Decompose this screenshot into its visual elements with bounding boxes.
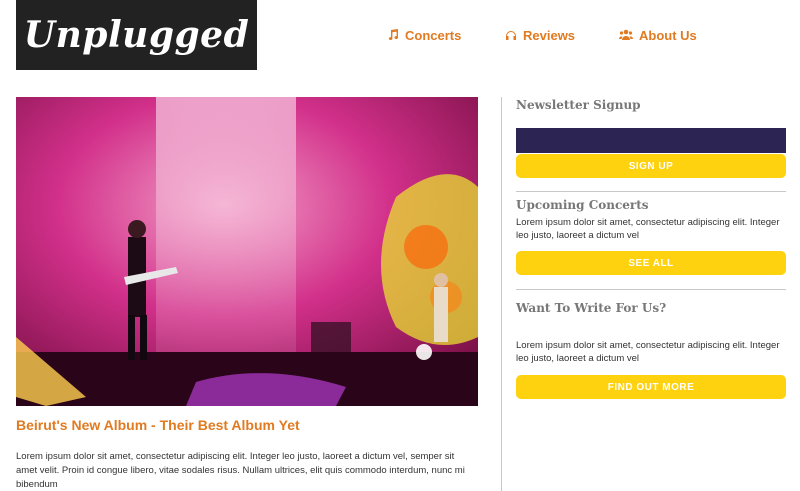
headphones-icon (506, 31, 516, 40)
see-all-button[interactable]: SEE ALL (516, 251, 786, 275)
write-for-us-title: Want To Write For Us? (516, 301, 667, 315)
nav-concerts[interactable]: Concerts (387, 0, 461, 70)
concert-photo (16, 97, 478, 406)
upcoming-concerts-text: Lorem ipsum dolor sit amet, consectetur … (516, 217, 780, 241)
site-logo[interactable]: Unplugged (16, 0, 257, 70)
nav-reviews-label: Reviews (523, 27, 576, 43)
hero-concert-image[interactable] (16, 97, 478, 406)
write-for-us-text: Lorem ipsum dolor sit amet, consectetur … (516, 340, 780, 364)
users-icon (619, 29, 633, 40)
sidebar-divider (516, 289, 786, 290)
logo-text: Unplugged (23, 14, 250, 56)
upcoming-concerts-title: Upcoming Concerts (516, 198, 649, 212)
find-out-more-button[interactable]: FIND OUT MORE (516, 375, 786, 399)
nav-about-us-label: About Us (639, 27, 697, 43)
nav-about-us[interactable]: About Us (619, 0, 697, 70)
sidebar-divider (516, 191, 786, 192)
column-divider (501, 97, 502, 491)
article-title[interactable]: Beirut's New Album - Their Best Album Ye… (16, 417, 300, 433)
article-body: Lorem ipsum dolor sit amet, consectetur … (16, 451, 465, 490)
music-note-icon (388, 29, 399, 41)
nav-concerts-label: Concerts (405, 27, 462, 43)
newsletter-title: Newsletter Signup (516, 98, 641, 112)
nav-reviews[interactable]: Reviews (505, 0, 575, 70)
sign-up-button[interactable]: SIGN UP (516, 154, 786, 178)
newsletter-email-input[interactable] (516, 128, 786, 153)
